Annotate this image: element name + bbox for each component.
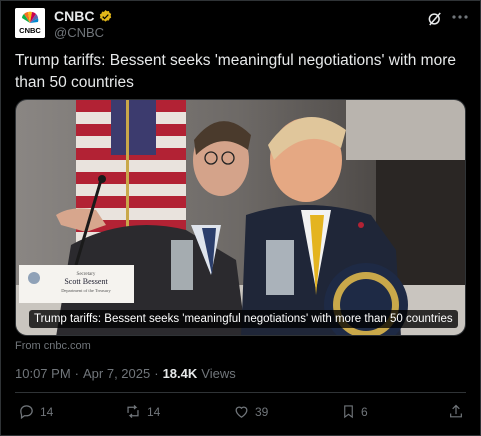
cnbc-logo: CNBC xyxy=(15,8,45,38)
meta-separator-2: · xyxy=(154,366,159,381)
reply-button[interactable]: 14 xyxy=(18,403,53,420)
tweet-text: Trump tariffs: Bessent seeks 'meaningful… xyxy=(15,52,456,91)
action-bar: 14 14 39 6 xyxy=(0,401,481,425)
like-icon xyxy=(235,406,248,418)
share-icon xyxy=(450,404,462,418)
reply-count: 14 xyxy=(40,404,54,419)
more-icon[interactable] xyxy=(452,14,468,20)
verified-badge-icon xyxy=(100,9,112,22)
meta-separator: · xyxy=(74,366,79,381)
account-handle[interactable]: @CNBC xyxy=(54,25,104,40)
avatar[interactable]: CNBC xyxy=(15,8,45,38)
account-name[interactable]: CNBC xyxy=(54,8,94,24)
bookmark-icon xyxy=(344,405,353,419)
share-button[interactable] xyxy=(448,403,464,420)
repost-count: 14 xyxy=(147,404,161,419)
news-photo: Secretary Scott Bessent Department of th… xyxy=(16,100,465,335)
views-label: Views xyxy=(201,366,236,381)
nameplate-dept: Department of the Treasury xyxy=(61,288,111,293)
like-count: 39 xyxy=(255,404,269,419)
avatar-label: CNBC xyxy=(19,26,41,35)
views-count: 18.4K xyxy=(162,366,198,381)
account-name-row[interactable]: CNBC xyxy=(54,8,113,24)
repost-button[interactable]: 14 xyxy=(124,403,160,420)
divider xyxy=(15,392,466,393)
bookmark-count: 6 xyxy=(361,404,368,419)
tweet-time[interactable]: 10:07 PM xyxy=(15,366,71,381)
media-caption: Trump tariffs: Bessent seeks 'meaningful… xyxy=(29,310,458,328)
nameplate-name: Scott Bessent xyxy=(64,277,108,286)
media-card[interactable]: Secretary Scott Bessent Department of th… xyxy=(15,99,466,336)
reply-icon xyxy=(20,405,33,420)
grok-icon[interactable] xyxy=(426,10,444,28)
bookmark-button[interactable]: 6 xyxy=(341,403,368,420)
repost-icon xyxy=(127,405,139,418)
tweet-date[interactable]: Apr 7, 2025 xyxy=(83,366,150,381)
source-link[interactable]: From cnbc.com xyxy=(15,340,91,352)
tweet-meta: 10:07 PM · Apr 7, 2025 · 18.4K Views xyxy=(15,366,236,381)
like-button[interactable]: 39 xyxy=(233,403,268,420)
